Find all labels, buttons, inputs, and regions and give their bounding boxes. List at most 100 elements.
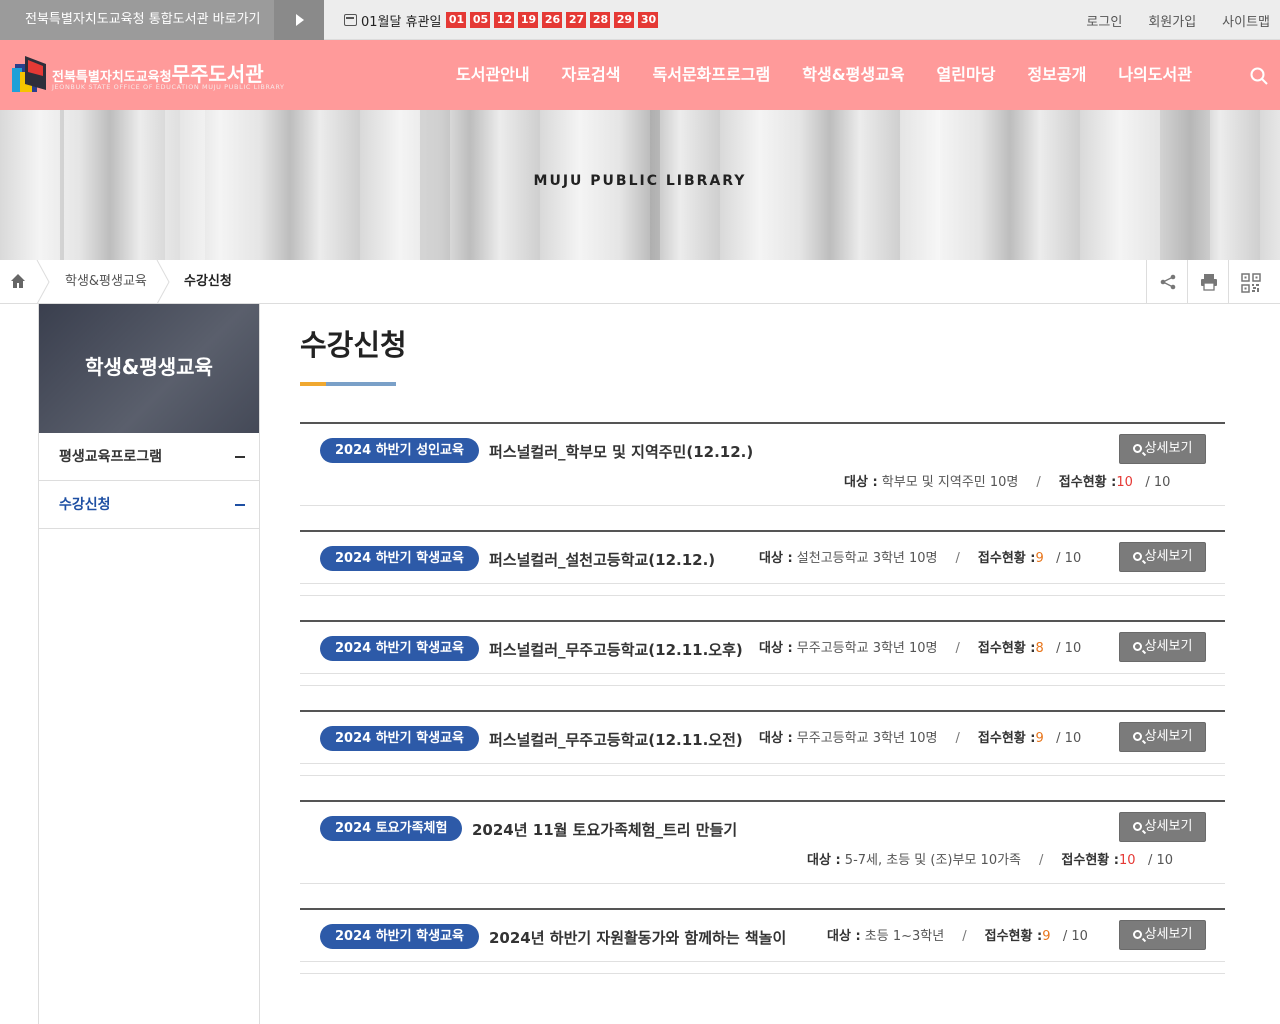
detail-button-label: 상세보기 xyxy=(1144,819,1193,834)
login-link[interactable]: 로그인 xyxy=(1086,11,1122,30)
integrated-library-link[interactable]: 전북특별자치도교육청 통합도서관 바로가기 xyxy=(0,0,274,40)
applied-count: 9 xyxy=(1035,551,1044,566)
sidebar: 학생&평생교육 평생교육프로그램 수강신청 xyxy=(38,304,260,1024)
breadcrumb-item[interactable]: 학생&평생교육 xyxy=(65,260,147,304)
closed-date: 28 xyxy=(590,12,611,28)
detail-view-button[interactable]: 상세보기 xyxy=(1119,632,1206,662)
nav-info-disclosure[interactable]: 정보공개 xyxy=(1027,40,1086,110)
closed-days-info: 01월달 휴관일 01 05 12 19 26 27 28 29 30 xyxy=(344,0,662,40)
search-icon xyxy=(1132,444,1142,453)
target-label: 대상 : xyxy=(759,641,793,656)
program-title[interactable]: 퍼스널컬러_무주고등학교(12.11.오전) xyxy=(489,729,743,750)
sitemap-link[interactable]: 사이트맵 xyxy=(1222,11,1270,30)
applied-count: 10 xyxy=(1119,853,1136,868)
divider xyxy=(300,595,1225,596)
calendar-icon xyxy=(344,14,357,26)
program-meta: 대상 : 무주고등학교 3학년 10명 / 접수현황 :9 / 10 xyxy=(759,731,1082,746)
closed-date: 05 xyxy=(470,12,491,28)
qr-code-button[interactable] xyxy=(1228,260,1269,303)
sidebar-item-course-registration[interactable]: 수강신청 xyxy=(39,481,259,529)
nav-reading-programs[interactable]: 독서문화프로그램 xyxy=(653,40,771,110)
logo-subtitle: JEONBUK STATE OFFICE OF EDUCATION MUJU P… xyxy=(52,83,285,91)
search-icon[interactable] xyxy=(1250,67,1268,85)
detail-button-label: 상세보기 xyxy=(1144,729,1193,744)
sidebar-item-lifelong-programs[interactable]: 평생교육프로그램 xyxy=(39,433,259,481)
divider xyxy=(300,685,1225,686)
visual-banner: MUJU PUBLIC LIBRARY xyxy=(0,110,1280,260)
program-meta: 대상 : 초등 1~3학년 / 접수현황 :9 / 10 xyxy=(827,929,1088,944)
breadcrumb-current[interactable]: 수강신청 xyxy=(184,260,232,304)
play-arrow-icon[interactable] xyxy=(274,0,324,40)
program-category-badge: 2024 하반기 학생교육 xyxy=(320,636,479,661)
main-header: 전북특별자치도교육청무주도서관 JEONBUK STATE OFFICE OF … xyxy=(0,40,1280,110)
program-meta: 대상 : 설천고등학교 3학년 10명 / 접수현황 :9 / 10 xyxy=(759,551,1082,566)
target-label: 대상 : xyxy=(759,731,793,746)
program-item: 2024 하반기 학생교육 퍼스널컬러_무주고등학교(12.11.오전) 대상 … xyxy=(300,710,1225,776)
program-category-badge: 2024 하반기 학생교육 xyxy=(320,546,479,571)
nav-library-info[interactable]: 도서관안내 xyxy=(456,40,530,110)
closed-date: 26 xyxy=(542,12,563,28)
program-category-badge: 2024 하반기 학생교육 xyxy=(320,726,479,751)
capacity: / 10 xyxy=(1062,929,1088,944)
program-item-body: 2024 하반기 학생교육 퍼스널컬러_설천고등학교(12.12.) 대상 : … xyxy=(300,532,1225,584)
detail-view-button[interactable]: 상세보기 xyxy=(1119,542,1206,572)
program-title[interactable]: 퍼스널컬러_설천고등학교(12.12.) xyxy=(489,549,715,570)
program-item: 2024 하반기 학생교육 2024년 하반기 자원활동가와 함께하는 책놀이 … xyxy=(300,908,1225,974)
capacity: / 10 xyxy=(1147,853,1174,868)
nav-search[interactable]: 자료검색 xyxy=(562,40,621,110)
program-meta: 대상 : 5-7세, 초등 및 (조)부모 10가족 / 접수현황 :10 / 10 xyxy=(807,853,1174,868)
detail-view-button[interactable]: 상세보기 xyxy=(1119,722,1206,752)
target-label: 대상 : xyxy=(844,475,878,490)
program-target: 초등 1~3학년 xyxy=(864,929,945,944)
program-target: 무주고등학교 3학년 10명 xyxy=(796,641,938,656)
qr-code-icon xyxy=(1241,273,1261,293)
program-category-badge: 2024 하반기 학생교육 xyxy=(320,924,479,949)
applied-count: 9 xyxy=(1042,929,1051,944)
program-title[interactable]: 2024년 11월 토요가족체험_트리 만들기 xyxy=(472,819,737,840)
applied-count: 8 xyxy=(1035,641,1044,656)
target-label: 대상 : xyxy=(759,551,793,566)
program-item-body: 2024 하반기 학생교육 퍼스널컬러_무주고등학교(12.11.오전) 대상 … xyxy=(300,712,1225,764)
detail-button-label: 상세보기 xyxy=(1144,441,1193,456)
program-title[interactable]: 퍼스널컬러_무주고등학교(12.11.오후) xyxy=(489,639,743,660)
top-utility-bar: 전북특별자치도교육청 통합도서관 바로가기 01월달 휴관일 01 05 12 … xyxy=(0,0,1280,40)
detail-view-button[interactable]: 상세보기 xyxy=(1119,812,1206,842)
program-target: 무주고등학교 3학년 10명 xyxy=(796,731,938,746)
share-button[interactable] xyxy=(1146,260,1187,303)
sidebar-heading: 학생&평생교육 xyxy=(39,304,259,433)
visual-title: MUJU PUBLIC LIBRARY xyxy=(533,173,747,189)
search-icon xyxy=(1132,552,1142,561)
capacity: / 10 xyxy=(1145,475,1171,490)
print-button[interactable] xyxy=(1187,260,1228,303)
program-item-body: 2024 하반기 학생교육 퍼스널컬러_무주고등학교(12.11.오후) 대상 … xyxy=(300,622,1225,674)
nav-open-forum[interactable]: 열린마당 xyxy=(937,40,996,110)
search-icon xyxy=(1132,930,1142,939)
program-category-badge: 2024 하반기 성인교육 xyxy=(320,438,479,463)
target-label: 대상 : xyxy=(827,929,861,944)
program-target: 5-7세, 초등 및 (조)부모 10가족 xyxy=(844,853,1022,868)
status-label: 접수현황 : xyxy=(1058,475,1117,490)
closed-date: 19 xyxy=(518,12,539,28)
site-logo[interactable]: 전북특별자치도교육청무주도서관 JEONBUK STATE OFFICE OF … xyxy=(12,54,312,100)
closed-dates: 01 05 12 19 26 27 28 29 30 xyxy=(446,12,662,28)
program-item: 2024 하반기 학생교육 퍼스널컬러_무주고등학교(12.11.오후) 대상 … xyxy=(300,620,1225,686)
detail-view-button[interactable]: 상세보기 xyxy=(1119,920,1206,950)
signup-link[interactable]: 회원가입 xyxy=(1148,11,1196,30)
capacity: / 10 xyxy=(1056,551,1082,566)
program-title[interactable]: 2024년 하반기 자원활동가와 함께하는 책놀이 xyxy=(489,927,786,948)
detail-view-button[interactable]: 상세보기 xyxy=(1119,434,1206,464)
title-underline xyxy=(300,382,396,386)
program-item-body: 2024 하반기 성인교육 퍼스널컬러_학부모 및 지역주민(12.12.) 상… xyxy=(300,424,1225,506)
program-category-badge: 2024 토요가족체험 xyxy=(320,816,463,841)
nav-my-library[interactable]: 나의도서관 xyxy=(1118,40,1192,110)
closed-date: 29 xyxy=(614,12,635,28)
nav-student-education[interactable]: 학생&평생교육 xyxy=(802,40,904,110)
home-icon[interactable] xyxy=(10,273,26,289)
sidebar-item-label: 수강신청 xyxy=(59,497,111,513)
program-target: 학부모 및 지역주민 10명 xyxy=(881,475,1019,490)
target-label: 대상 : xyxy=(807,853,841,868)
closed-date: 12 xyxy=(494,12,515,28)
util-links: 로그인 회원가입 사이트맵 xyxy=(1060,0,1270,40)
divider xyxy=(300,775,1225,776)
program-title[interactable]: 퍼스널컬러_학부모 및 지역주민(12.12.) xyxy=(489,441,753,462)
